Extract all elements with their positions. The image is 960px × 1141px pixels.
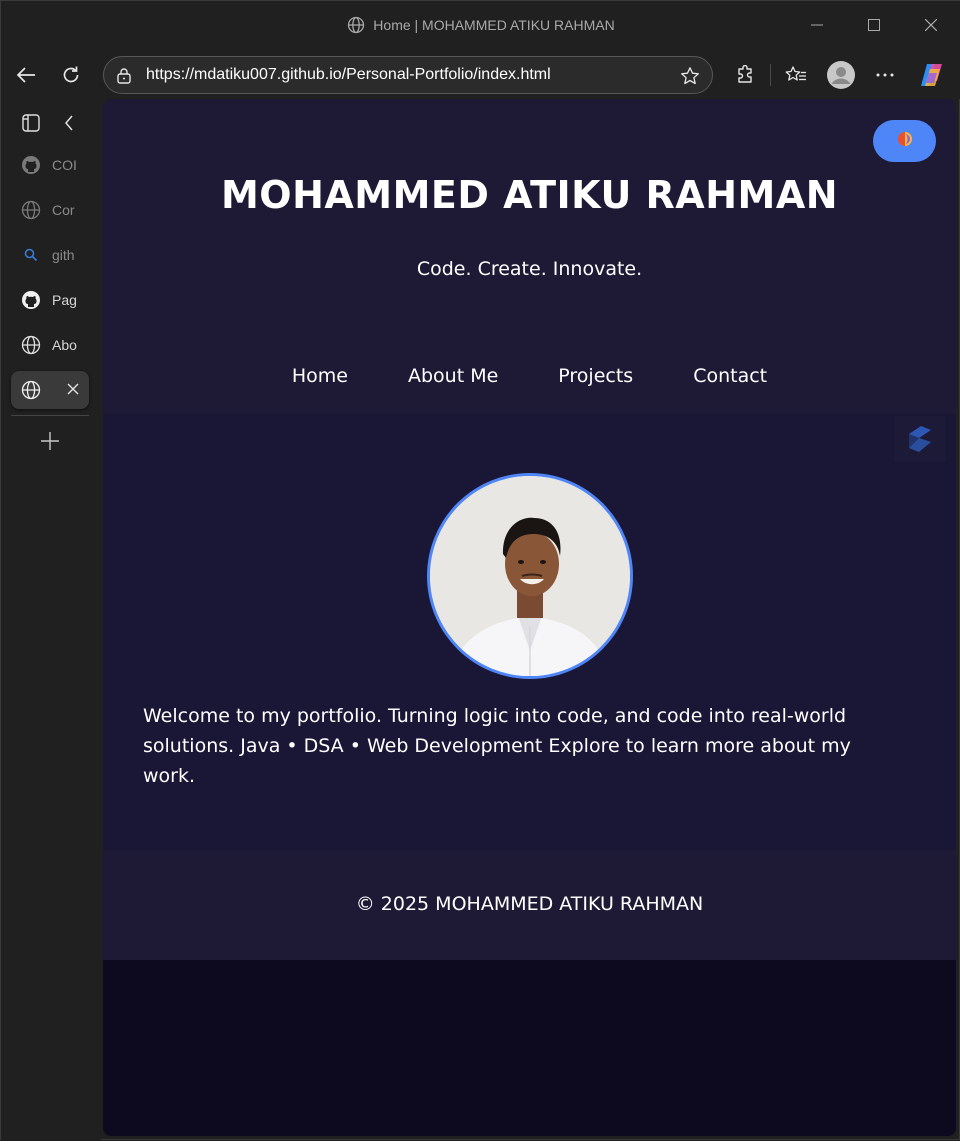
tab-item[interactable]: gith — [11, 236, 89, 274]
hero-section: Welcome to my portfolio. Turning logic i… — [103, 414, 956, 850]
active-tab-item[interactable] — [11, 371, 89, 409]
site-footer: © 2025 MOHAMMED ATIKU RAHMAN — [103, 850, 956, 960]
globe-icon — [20, 334, 42, 356]
tab-item[interactable]: COI — [11, 146, 89, 184]
tab-actions-icon[interactable] — [15, 107, 47, 139]
tab-label: Abo — [52, 337, 77, 353]
sidebar-divider — [11, 415, 89, 416]
github-icon — [20, 289, 42, 311]
favorite-star-icon[interactable] — [680, 66, 700, 90]
page-viewport: MOHAMMED ATIKU RAHMAN Code. Create. Inno… — [103, 99, 956, 1136]
tab-item[interactable]: Pag — [11, 281, 89, 319]
profile-avatar[interactable] — [825, 59, 857, 91]
favorites-icon[interactable] — [780, 59, 812, 91]
lock-icon[interactable] — [116, 67, 132, 89]
tab-label: Cor — [52, 202, 75, 218]
tab-label: Pag — [52, 292, 77, 308]
toolbar-separator — [770, 64, 771, 86]
theme-icon — [897, 131, 913, 151]
nav-link-home[interactable]: Home — [292, 365, 348, 387]
collapse-sidebar-icon[interactable] — [53, 107, 85, 139]
back-button[interactable] — [10, 59, 42, 91]
maximize-button[interactable] — [846, 1, 902, 49]
nav-link-contact[interactable]: Contact — [693, 365, 767, 387]
browser-toolbar: https://mdatiku007.github.io/Personal-Po… — [1, 49, 960, 99]
tab-label: COI — [52, 157, 77, 173]
nav-link-about-me[interactable]: About Me — [408, 365, 498, 387]
vertical-tabs-sidebar: COI Cor gith Pag Abo — [1, 99, 101, 1141]
main-nav: Home About Me Projects Contact — [103, 365, 956, 387]
nav-link-projects[interactable]: Projects — [558, 365, 633, 387]
url-text[interactable]: https://mdatiku007.github.io/Personal-Po… — [146, 66, 551, 84]
close-tab-icon[interactable] — [67, 380, 79, 399]
site-title: MOHAMMED ATIKU RAHMAN — [220, 173, 839, 217]
title-bar: Home | MOHAMMED ATIKU RAHMAN — [1, 1, 960, 49]
tab-item[interactable]: Cor — [11, 191, 89, 229]
copilot-icon[interactable] — [916, 59, 948, 91]
intro-paragraph: Welcome to my portfolio. Turning logic i… — [143, 705, 851, 787]
tab-label: gith — [52, 247, 75, 263]
globe-icon — [347, 16, 365, 37]
copyright-text: © 2025 MOHAMMED ATIKU RAHMAN — [355, 893, 704, 915]
site-header: MOHAMMED ATIKU RAHMAN Code. Create. Inno… — [103, 99, 956, 414]
extension-widget-icon[interactable] — [894, 416, 946, 462]
close-window-button[interactable] — [903, 1, 959, 49]
github-icon — [20, 154, 42, 176]
site-tagline: Code. Create. Innovate. — [416, 258, 643, 280]
browser-window: Home | MOHAMMED ATIKU RAHMAN https://mda… — [0, 0, 960, 1141]
minimize-button[interactable] — [789, 1, 845, 49]
more-options-icon[interactable] — [869, 59, 901, 91]
theme-toggle-button[interactable] — [873, 120, 936, 162]
globe-icon — [20, 199, 42, 221]
address-bar[interactable]: https://mdatiku007.github.io/Personal-Po… — [103, 56, 713, 94]
new-tab-button[interactable] — [34, 425, 66, 457]
tab-item[interactable]: Abo — [11, 326, 89, 364]
search-icon — [20, 244, 42, 266]
window-title-text: Home | MOHAMMED ATIKU RAHMAN — [373, 17, 615, 33]
globe-icon — [20, 379, 42, 401]
profile-photo — [427, 473, 633, 679]
refresh-button[interactable] — [55, 59, 87, 91]
extensions-icon[interactable] — [729, 59, 761, 91]
